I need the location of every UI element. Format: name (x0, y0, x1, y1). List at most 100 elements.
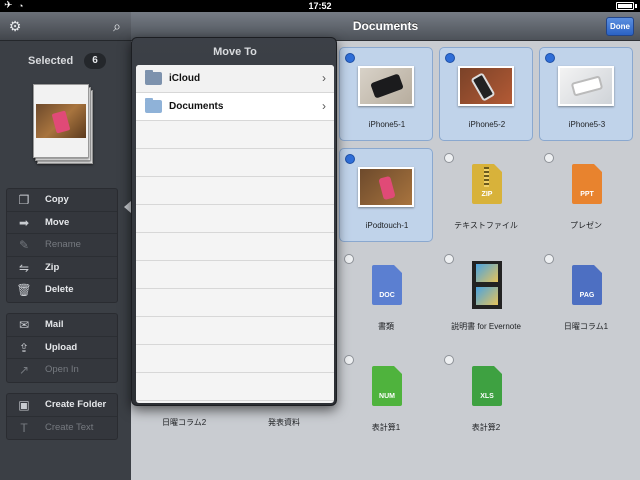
file-name: iPodtouch-1 (365, 221, 409, 230)
file-tile[interactable]: ZIP テキストファイル (439, 148, 533, 242)
action-label: Open In (45, 364, 79, 375)
numbers-file-icon: NUM (372, 366, 402, 406)
battery-icon (616, 2, 634, 10)
selected-count-badge: 6 (84, 53, 106, 69)
chevron-right-icon: › (322, 99, 326, 113)
action-delete[interactable]: 🗑 Delete (7, 279, 117, 302)
video-file-icon (472, 261, 502, 309)
photo-thumbnail (458, 66, 514, 106)
new-folder-icon: ▣ (18, 398, 30, 412)
action-move[interactable]: ➡ Move (7, 212, 117, 234)
file-tile[interactable]: 説明書 for Evernote (439, 249, 533, 343)
battery-tip (635, 4, 637, 8)
file-type-tag: PAG (579, 292, 595, 299)
ppt-file-icon: PPT (572, 164, 602, 204)
action-rename: ✎ Rename (7, 234, 117, 257)
action-create-folder[interactable]: ▣ Create Folder (7, 394, 117, 417)
destination-icloud[interactable]: iCloud › (136, 65, 334, 93)
photo-thumbnail (358, 66, 414, 106)
action-label: Move (45, 216, 70, 228)
status-time: 17:52 (308, 1, 332, 11)
checked-circle-icon[interactable] (545, 53, 555, 63)
action-mail[interactable]: ✉ Mail (7, 314, 117, 337)
open-in-icon: ↗ (18, 363, 30, 377)
unchecked-circle-icon[interactable] (344, 355, 354, 365)
move-icon: ➡ (18, 215, 30, 230)
file-name: 書類 (378, 322, 394, 331)
file-tile[interactable]: iPhone5-1 (339, 47, 433, 141)
file-label-partial: 発表資料 (268, 418, 300, 427)
action-label: Create Folder (45, 399, 107, 410)
destination-label: iCloud (169, 73, 201, 84)
excel-file-icon: XLS (472, 366, 502, 406)
checked-circle-icon[interactable] (445, 53, 455, 63)
file-name: iPhone5-2 (468, 120, 506, 129)
rename-icon: ✎ (18, 238, 30, 252)
status-bar: ✈ ◔ 17:52 (0, 0, 640, 12)
destination-list: iCloud › Documents › (136, 65, 334, 403)
file-name: 日曜コラム1 (563, 322, 609, 331)
action-zip[interactable]: ⇋ Zip (7, 257, 117, 279)
new-text-icon: T (20, 420, 28, 435)
action-label: Rename (45, 239, 81, 250)
file-tile[interactable]: iPhone5-2 (439, 47, 533, 141)
zip-icon: ⇋ (18, 260, 30, 275)
file-type-tag: ZIP (481, 191, 493, 198)
upload-icon: ⇪ (18, 340, 30, 355)
preview-sheet (33, 84, 89, 158)
file-label-partial: 日曜コラム2 (162, 418, 207, 427)
done-button[interactable]: Done (606, 17, 634, 36)
sidebar-header: ⚙ ⌕ (0, 12, 131, 41)
destination-documents[interactable]: Documents › (136, 93, 334, 121)
checked-circle-icon[interactable] (345, 154, 355, 164)
action-group-file: ❐ Copy ➡ Move ✎ Rename ⇋ Zip 🗑 Delete (6, 188, 118, 303)
photo-thumbnail (358, 167, 414, 207)
unchecked-circle-icon[interactable] (544, 153, 554, 163)
file-type-tag: DOC (379, 292, 395, 299)
sidebar: ⚙ ⌕ Selected 6 ❐ Copy ➡ Move ✎ Rename ⇋ Zip 🗑 Del… (0, 12, 131, 480)
file-name: 説明書 for Evernote (451, 322, 521, 331)
file-name: 表計算2 (471, 423, 501, 432)
popover-title: Move To (213, 46, 257, 58)
doc-file-icon: DOC (372, 265, 402, 305)
unchecked-circle-icon[interactable] (444, 153, 454, 163)
action-label: Upload (45, 341, 78, 353)
action-label: Copy (45, 194, 69, 205)
unchecked-circle-icon[interactable] (544, 254, 554, 264)
action-upload[interactable]: ⇪ Upload (7, 337, 117, 359)
trash-icon: 🗑 (16, 283, 32, 297)
file-name: iPhone5-3 (568, 120, 606, 129)
photo-thumbnail (558, 66, 614, 106)
file-tile[interactable]: DOC 書類 (339, 249, 433, 343)
file-type-tag: NUM (379, 393, 395, 400)
gear-icon[interactable]: ⚙ (4, 16, 26, 36)
mail-icon: ✉ (18, 318, 30, 332)
search-icon[interactable]: ⌕ (106, 16, 128, 36)
action-copy[interactable]: ❐ Copy (7, 189, 117, 212)
action-open-in: ↗ Open In (7, 359, 117, 382)
file-tile[interactable]: iPodtouch-1 (339, 148, 433, 242)
pages-file-icon: PAG (572, 265, 602, 305)
checked-circle-icon[interactable] (345, 53, 355, 63)
file-tile[interactable]: XLS 表計算2 (439, 350, 533, 444)
file-tile[interactable]: PAG 日曜コラム1 (539, 249, 633, 343)
file-name: iPhone5-1 (368, 120, 406, 129)
zip-file-icon: ZIP (472, 164, 502, 204)
action-label: Delete (45, 284, 74, 295)
file-tile[interactable]: NUM 表計算1 (339, 350, 433, 444)
file-name: テキストファイル (454, 221, 518, 230)
action-group-share: ✉ Mail ⇪ Upload ↗ Open In (6, 313, 118, 383)
file-name: 表計算1 (371, 423, 401, 432)
file-type-tag: PPT (580, 191, 594, 198)
unchecked-circle-icon[interactable] (444, 355, 454, 365)
unchecked-circle-icon[interactable] (344, 254, 354, 264)
chevron-right-icon: › (322, 71, 326, 85)
unchecked-circle-icon[interactable] (444, 254, 454, 264)
action-label: Mail (45, 319, 64, 330)
destination-label: Documents (169, 101, 224, 112)
selection-preview-stack (33, 84, 93, 164)
file-tile[interactable]: iPhone5-3 (539, 47, 633, 141)
action-group-create: ▣ Create Folder T Create Text (6, 393, 118, 440)
copy-icon: ❐ (18, 193, 30, 207)
file-tile[interactable]: PPT プレゼン (539, 148, 633, 242)
